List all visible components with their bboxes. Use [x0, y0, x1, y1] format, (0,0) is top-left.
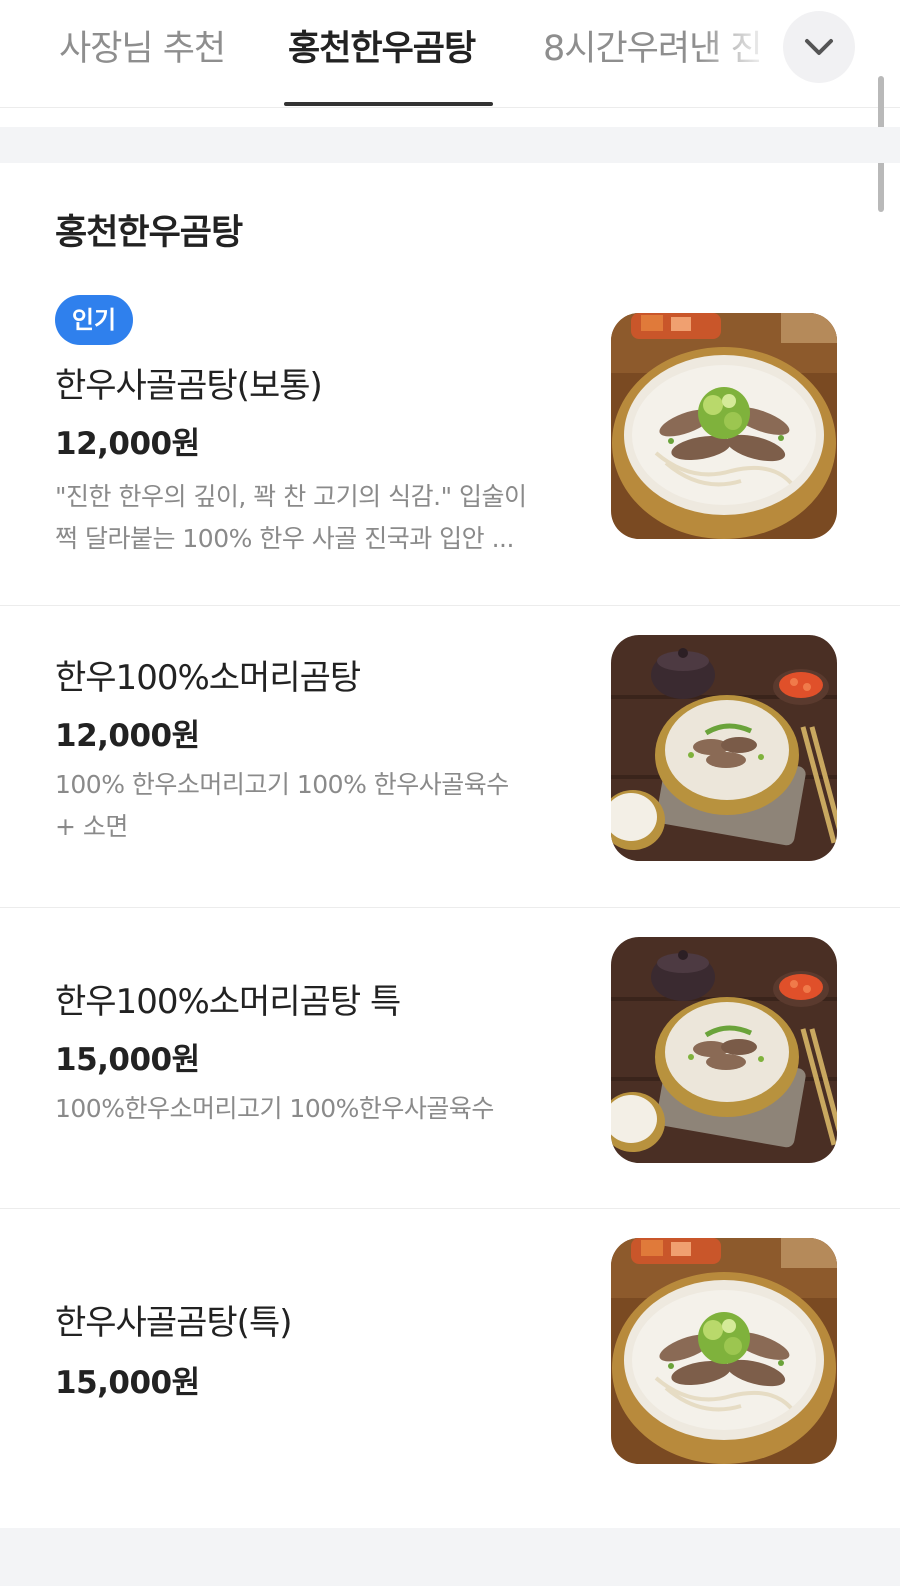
category-more-button[interactable]	[783, 11, 855, 83]
tab-owner-recommendation[interactable]: 사장님 추천	[59, 20, 226, 71]
description-line: 100% 한우소머리고기 100% 한우사골육수	[55, 770, 509, 799]
menu-item-price: 12,000원	[55, 718, 200, 754]
menu-item-image	[611, 1238, 837, 1464]
description-line: 쩍 달라붙는 100% 한우 사골 진국과 입안 ...	[55, 524, 514, 553]
menu-item-name: 한우사골곰탕(특)	[55, 1303, 292, 1343]
chevron-down-icon	[805, 39, 833, 55]
description-line: "진한 한우의 깊이, 꽉 찬 고기의 식감." 입술이	[55, 482, 527, 511]
menu-item-name: 한우사골곰탕(보통)	[55, 366, 323, 406]
section-separator	[0, 1528, 900, 1586]
section-title: 홍천한우곰탕	[55, 213, 243, 253]
tab-hongcheon-hanwoo-gomtang[interactable]: 홍천한우곰탕	[288, 20, 476, 71]
description-line: 100%한우소머리고기 100%한우사골육수	[55, 1094, 494, 1123]
menu-item[interactable]: 한우사골곰탕(특) 15,000원	[0, 1209, 900, 1528]
menu-item-description: 100%한우소머리고기 100%한우사골육수	[55, 1088, 575, 1130]
tab-fade-overlay	[700, 0, 790, 100]
menu-item-price: 15,000원	[55, 1365, 200, 1401]
description-line: + 소면	[55, 812, 128, 841]
menu-item-price: 12,000원	[55, 426, 200, 462]
menu-item-name: 한우100%소머리곰탕 특	[55, 982, 401, 1022]
active-tab-indicator	[284, 102, 493, 106]
menu-item-name: 한우100%소머리곰탕	[55, 658, 361, 698]
menu-item-image	[611, 635, 837, 861]
section-separator	[0, 127, 900, 163]
menu-item[interactable]: 인기 한우사골곰탕(보통) 12,000원 "진한 한우의 깊이, 꽉 찬 고기…	[0, 280, 900, 605]
menu-item-description: 100% 한우소머리고기 100% 한우사골육수 + 소면	[55, 764, 575, 848]
menu-item-image	[611, 313, 837, 539]
popular-badge: 인기	[55, 295, 133, 345]
menu-item[interactable]: 한우100%소머리곰탕 특 15,000원 100%한우소머리고기 100%한우…	[0, 908, 900, 1208]
menu-item[interactable]: 한우100%소머리곰탕 12,000원 100% 한우소머리고기 100% 한우…	[0, 606, 900, 907]
menu-item-description: "진한 한우의 깊이, 꽉 찬 고기의 식감." 입술이 쩍 달라붙는 100%…	[55, 476, 575, 560]
category-tab-bar: 사장님 추천 홍천한우곰탕 8시간우려낸 진	[0, 0, 900, 108]
menu-item-image	[611, 937, 837, 1163]
menu-item-price: 15,000원	[55, 1042, 200, 1078]
